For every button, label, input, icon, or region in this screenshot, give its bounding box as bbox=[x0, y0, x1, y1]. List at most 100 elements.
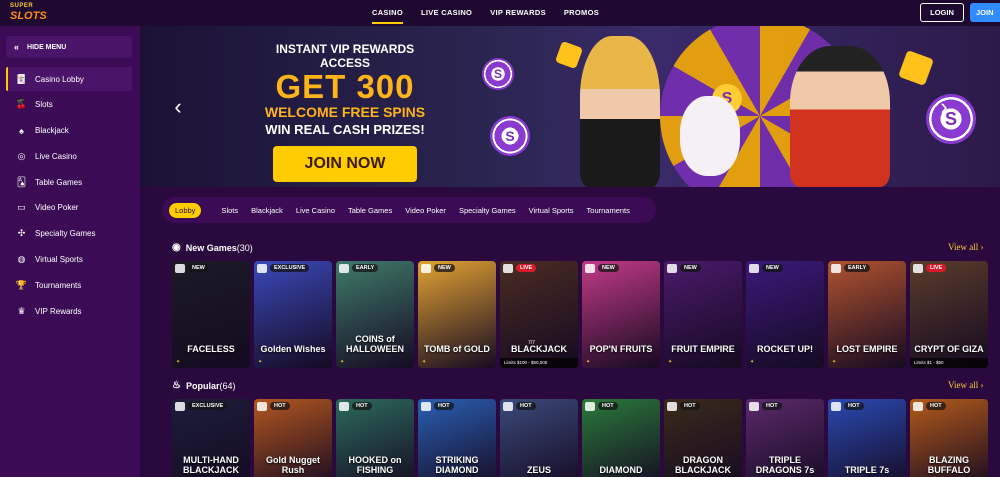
sidebar-item-label: Video Poker bbox=[35, 203, 79, 213]
category-tab-live-casino[interactable]: Live Casino bbox=[296, 206, 335, 215]
sidebar-item-vip-rewards[interactable]: ♛ VIP Rewards bbox=[6, 299, 132, 323]
game-tile[interactable]: HOTSTRIKING DIAMOND✦ bbox=[418, 399, 496, 477]
provider-logo-icon bbox=[339, 264, 349, 273]
game-tile[interactable]: NEW TOMB of GOLD ✦ bbox=[418, 261, 496, 368]
sidebar-item-virtual-sports[interactable]: ◍ Virtual Sports bbox=[6, 248, 132, 272]
sparkle-icon: ✦ bbox=[750, 359, 755, 365]
provider-logo-icon bbox=[913, 402, 923, 411]
provider-logo-icon bbox=[831, 264, 841, 273]
sidebar-item-casino-lobby[interactable]: 🃏 Casino Lobby bbox=[6, 67, 132, 91]
sidebar-item-live-casino[interactable]: ◎ Live Casino bbox=[6, 144, 132, 168]
hide-menu-button[interactable]: « HIDE MENU bbox=[6, 36, 132, 58]
category-tab-tournaments[interactable]: Tournaments bbox=[587, 206, 630, 215]
game-title: TRIPLE 7s bbox=[844, 465, 890, 475]
game-tile[interactable]: NEW POP'N FRUITS ✦ bbox=[582, 261, 660, 368]
game-title: DIAMOND bbox=[599, 465, 643, 475]
sidebar-item-blackjack[interactable]: ♠ Blackjack bbox=[6, 119, 132, 143]
banner-headline: GET 300 bbox=[275, 68, 415, 105]
game-badge: HOT bbox=[516, 402, 536, 410]
game-badge: LIVE bbox=[926, 264, 947, 272]
sidebar-item-tournaments[interactable]: 🏆 Tournaments bbox=[6, 273, 132, 297]
sparkle-icon: ✦ bbox=[258, 359, 263, 365]
sidebar: « HIDE MENU 🃏 Casino Lobby 🍒 Slots ♠ Blackjac… bbox=[0, 26, 140, 477]
nav-live-casino[interactable]: LIVE CASINO bbox=[421, 0, 472, 26]
game-tile[interactable]: NEW FRUIT EMPIRE ✦ bbox=[664, 261, 742, 368]
table-limits: Limits $100 - $50,000 bbox=[500, 358, 578, 368]
flame-icon: ♨ bbox=[172, 380, 181, 391]
sidebar-list: 🃏 Casino Lobby 🍒 Slots ♠ Blackjack ◎ Live Casin… bbox=[6, 67, 132, 325]
category-tab-virtual-sports[interactable]: Virtual Sports bbox=[529, 206, 574, 215]
nav-promos[interactable]: PROMOS bbox=[564, 0, 599, 26]
provider-logo-icon bbox=[913, 264, 923, 273]
provider-logo-icon bbox=[257, 264, 267, 273]
banner-tagline: WIN REAL CASH PRIZES! bbox=[265, 122, 425, 137]
game-tile[interactable]: LIVE BLACKJACK 7/7 Limits $100 - $50,000 bbox=[500, 261, 578, 368]
eye-icon: ◉ bbox=[172, 242, 181, 253]
chip-icon: S bbox=[482, 58, 514, 90]
provider-logo-icon bbox=[339, 402, 349, 411]
join-button[interactable]: JOIN bbox=[970, 3, 1000, 22]
login-button[interactable]: LOGIN bbox=[920, 3, 964, 22]
category-tab-lobby[interactable]: Lobby bbox=[169, 202, 202, 218]
game-badge: HOT bbox=[434, 402, 454, 410]
ball-icon: ◍ bbox=[17, 254, 26, 265]
sidebar-item-slots[interactable]: 🍒 Slots bbox=[6, 93, 132, 117]
popular-row: EXCLUSIVEMULTI-HAND BLACKJACK✦HOTGold Nu… bbox=[172, 399, 988, 477]
category-tab-video-poker[interactable]: Video Poker bbox=[405, 206, 446, 215]
game-tile[interactable]: HOTHOOKED on FISHING✦ bbox=[336, 399, 414, 477]
game-tile[interactable]: NEW ROCKET UP! ✦ bbox=[746, 261, 824, 368]
category-tab-blackjack[interactable]: Blackjack bbox=[251, 206, 283, 215]
game-tile[interactable]: HOTBLAZING BUFFALO✦ bbox=[910, 399, 988, 477]
new-games-heading: ◉ New Games (30) bbox=[172, 242, 253, 253]
game-badge: EXCLUSIVE bbox=[188, 402, 228, 410]
sidebar-item-specialty-games[interactable]: ✣ Specialty Games bbox=[6, 222, 132, 246]
chevron-left-icon[interactable]: ‹ bbox=[170, 94, 186, 120]
sidebar-item-label: VIP Rewards bbox=[35, 306, 82, 316]
game-tile[interactable]: EARLY COINS of HALLOWEEN ✦ bbox=[336, 261, 414, 368]
provider-logo-icon bbox=[421, 402, 431, 411]
game-tile[interactable]: HOTTRIPLE 7s✦ bbox=[828, 399, 906, 477]
game-tile[interactable]: EXCLUSIVEMULTI-HAND BLACKJACK✦ bbox=[172, 399, 250, 477]
popular-heading: ♨ Popular (64) bbox=[172, 380, 236, 391]
cards-icon: 🂡 bbox=[16, 176, 27, 187]
provider-logo-icon bbox=[503, 264, 513, 273]
category-tab-table-games[interactable]: Table Games bbox=[348, 206, 392, 215]
game-tile[interactable]: EARLY LOST EMPIRE ✦ bbox=[828, 261, 906, 368]
dice-icon bbox=[898, 50, 934, 86]
game-tile[interactable]: HOTGold Nugget Rush✦ bbox=[254, 399, 332, 477]
join-now-button[interactable]: JOIN NOW bbox=[273, 146, 417, 182]
new-games-row: NEW FACELESS ✦ EXCLUSIVE Golden Wishes ✦ EARLY… bbox=[172, 261, 988, 368]
category-tab-slots[interactable]: Slots bbox=[221, 206, 238, 215]
hide-menu-label: HIDE MENU bbox=[27, 43, 67, 51]
popular-view-all-link[interactable]: View all › bbox=[948, 380, 983, 390]
sparkle-icon: ✦ bbox=[422, 359, 427, 365]
trophy-icon: 🏆 bbox=[15, 279, 28, 290]
popular-count: (64) bbox=[219, 380, 236, 391]
category-tab-specialty-games[interactable]: Specialty Games bbox=[459, 206, 516, 215]
game-tile[interactable]: HOTZEUS✦ bbox=[500, 399, 578, 477]
game-title: CRYPT OF GIZA bbox=[914, 344, 984, 354]
sidebar-item-table-games[interactable]: 🂡 Table Games bbox=[6, 170, 132, 194]
provider-logo-icon bbox=[503, 402, 513, 411]
game-title: POP'N FRUITS bbox=[589, 344, 653, 354]
nav-casino[interactable]: CASINO bbox=[372, 0, 403, 26]
game-badge: NEW bbox=[598, 264, 619, 272]
sidebar-item-label: Slots bbox=[35, 100, 53, 110]
sidebar-item-video-poker[interactable]: ▭ Video Poker bbox=[6, 196, 132, 220]
game-tile[interactable]: LIVE CRYPT OF GIZA Limits $1 - $50 bbox=[910, 261, 988, 368]
chevron-right-icon[interactable]: › bbox=[936, 94, 952, 120]
sidebar-item-label: Blackjack bbox=[35, 126, 69, 136]
nav-vip-rewards[interactable]: VIP REWARDS bbox=[490, 0, 546, 26]
game-tile[interactable]: HOTTRIPLE DRAGONS 7s✦ bbox=[746, 399, 824, 477]
game-tile[interactable]: EXCLUSIVE Golden Wishes ✦ bbox=[254, 261, 332, 368]
game-tile[interactable]: HOTDRAGON BLACKJACK✦ bbox=[664, 399, 742, 477]
game-tile[interactable]: HOTDIAMOND✦ bbox=[582, 399, 660, 477]
new-games-view-all-link[interactable]: View all › bbox=[948, 242, 983, 252]
game-badge: HOT bbox=[598, 402, 618, 410]
game-tile[interactable]: NEW FACELESS ✦ bbox=[172, 261, 250, 368]
main-nav: CASINO LIVE CASINO VIP REWARDS PROMOS bbox=[372, 0, 599, 26]
promo-banner[interactable]: S S S S INSTANT VIP REWARDS ACCESS GET 3… bbox=[140, 26, 1000, 187]
sparkle-icon: ✦ bbox=[668, 359, 673, 365]
site-logo[interactable]: SUPER SLOTS bbox=[10, 2, 47, 24]
spade-icon: ♠ bbox=[19, 125, 24, 136]
